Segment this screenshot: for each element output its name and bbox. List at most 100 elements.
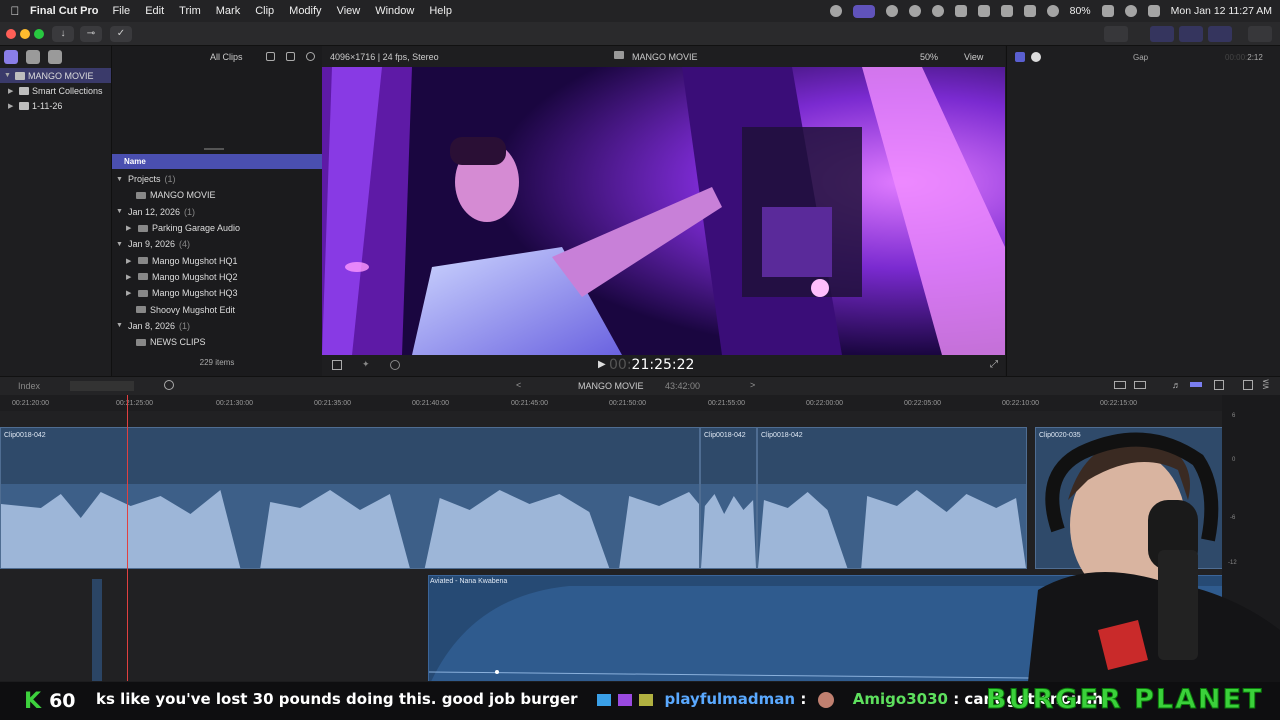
back-icon[interactable]: < bbox=[516, 380, 521, 390]
inspector-tab-icon[interactable] bbox=[1015, 52, 1025, 62]
disclosure-closed-icon[interactable]: ▶ bbox=[126, 224, 134, 232]
close-window-button[interactable] bbox=[6, 29, 16, 39]
libraries-icon[interactable] bbox=[4, 50, 18, 64]
photos-audio-icon[interactable] bbox=[26, 50, 40, 64]
layout-inspector-button[interactable] bbox=[1208, 26, 1232, 42]
apple-icon[interactable]:  bbox=[0, 4, 30, 18]
clip-filter-dropdown[interactable]: All Clips bbox=[210, 52, 243, 62]
menu-view[interactable]: View bbox=[337, 5, 361, 17]
library-item-smart-collections[interactable]: ▶ Smart Collections bbox=[0, 83, 111, 98]
list-item[interactable]: ▶ Parking Garage Audio bbox=[112, 220, 322, 236]
zoom-dropdown[interactable]: 50% bbox=[920, 52, 938, 62]
disclosure-closed-icon[interactable]: ▶ bbox=[8, 102, 16, 110]
headphones-icon[interactable]: ♬ bbox=[1172, 380, 1181, 390]
speed-icon[interactable] bbox=[390, 360, 400, 370]
disclosure-open-icon[interactable]: ▼ bbox=[4, 72, 12, 79]
volume-icon[interactable] bbox=[954, 5, 967, 17]
list-view-icon[interactable] bbox=[266, 52, 275, 61]
globe-icon[interactable] bbox=[908, 5, 921, 17]
name-column-header[interactable]: Name bbox=[112, 154, 322, 169]
menu-mark[interactable]: Mark bbox=[216, 5, 240, 17]
menu-window[interactable]: Window bbox=[375, 5, 414, 17]
background-tasks-button[interactable]: ✓ bbox=[110, 26, 132, 42]
view-dropdown[interactable]: View bbox=[964, 52, 983, 62]
video-viewer[interactable] bbox=[322, 67, 1005, 355]
edit-buttons[interactable] bbox=[70, 381, 134, 391]
list-item[interactable]: ▶ Mango Mugshot HQ1 bbox=[112, 252, 322, 268]
list-item[interactable]: ▼ Jan 9, 2026 (4) bbox=[112, 236, 322, 252]
clock[interactable]: Mon Jan 12 11:27 AM bbox=[1171, 5, 1272, 17]
menu-clip[interactable]: Clip bbox=[255, 5, 274, 17]
list-item[interactable]: ▶ Mango Mugshot HQ3 bbox=[112, 285, 322, 301]
disclosure-closed-icon[interactable]: ▶ bbox=[126, 289, 134, 297]
disclosure-open-icon[interactable]: ▼ bbox=[116, 241, 124, 248]
wifi-icon[interactable] bbox=[1046, 5, 1059, 17]
disclosure-open-icon[interactable]: ▼ bbox=[116, 322, 124, 329]
timeline-clip[interactable]: Clip0018-042 bbox=[0, 427, 700, 569]
filmstrip-view-icon[interactable] bbox=[286, 52, 295, 61]
menu-file[interactable]: File bbox=[112, 5, 130, 17]
layout-browser-button[interactable] bbox=[1150, 26, 1174, 42]
search-icon[interactable] bbox=[306, 52, 315, 61]
list-item[interactable]: Shoovy Mugshot Edit bbox=[112, 301, 322, 317]
titles-generators-icon[interactable] bbox=[48, 50, 62, 64]
timeline-clip[interactable]: Clip0018-042 bbox=[700, 427, 757, 569]
sync-icon[interactable] bbox=[829, 5, 842, 17]
timeline-clip[interactable]: Clip0018-042 bbox=[757, 427, 1027, 569]
list-item[interactable]: NEWS CLIPS bbox=[112, 334, 322, 350]
menu-trim[interactable]: Trim bbox=[179, 5, 201, 17]
window-icon[interactable] bbox=[1243, 380, 1253, 390]
menu-help[interactable]: Help bbox=[429, 5, 452, 17]
layout-timeline-button[interactable] bbox=[1179, 26, 1203, 42]
list-item[interactable]: MANGO MOVIE bbox=[112, 187, 322, 203]
disclosure-closed-icon[interactable]: ▶ bbox=[126, 257, 134, 265]
info-icon[interactable] bbox=[1031, 52, 1041, 62]
play-icon[interactable]: ▶ bbox=[598, 359, 606, 370]
share-sidebar-button[interactable] bbox=[1104, 26, 1128, 42]
connected-clip[interactable] bbox=[92, 579, 102, 681]
user-icon[interactable] bbox=[885, 5, 898, 17]
control-center-icon[interactable] bbox=[1147, 5, 1160, 17]
enhance-icon[interactable]: ✦ bbox=[362, 359, 370, 370]
battery-icon[interactable] bbox=[1101, 5, 1114, 17]
screen-record-icon[interactable] bbox=[852, 4, 875, 18]
transform-icon[interactable] bbox=[332, 360, 342, 370]
timecode-display[interactable]: 00:21:25:22 bbox=[609, 357, 694, 373]
zoom-window-button[interactable] bbox=[34, 29, 44, 39]
list-item[interactable]: ▼ Jan 8, 2026 (1) bbox=[112, 318, 322, 334]
index-button[interactable]: Index bbox=[18, 381, 40, 391]
divider-handle[interactable] bbox=[204, 148, 224, 150]
play-icon[interactable] bbox=[931, 5, 944, 17]
forward-icon[interactable]: > bbox=[750, 380, 755, 390]
collapse-icon[interactable]: ⋚ bbox=[1262, 379, 1270, 390]
library-item-event[interactable]: ▶ 1-11-26 bbox=[0, 98, 111, 113]
list-item[interactable]: ▼ Projects (1) bbox=[112, 171, 322, 187]
timeline-ruler[interactable]: 00:21:20:00 00:21:25:00 00:21:30:00 00:2… bbox=[0, 395, 1222, 411]
clip-appearance-icon[interactable] bbox=[1114, 381, 1126, 389]
disclosure-closed-icon[interactable]: ▶ bbox=[126, 273, 134, 281]
snapping-icon[interactable] bbox=[1190, 382, 1202, 387]
list-item[interactable]: ▼ Jan 12, 2026 (1) bbox=[112, 204, 322, 220]
index-icon[interactable] bbox=[1214, 380, 1224, 390]
project-name[interactable]: MANGO MOVIE bbox=[578, 381, 644, 391]
menu-modify[interactable]: Modify bbox=[289, 5, 321, 17]
tool-select-icon[interactable] bbox=[164, 380, 174, 390]
list-item[interactable]: ▶ Mango Mugshot HQ2 bbox=[112, 269, 322, 285]
app-menu[interactable]: Final Cut Pro bbox=[30, 5, 98, 17]
keyword-button[interactable]: ⊸ bbox=[80, 26, 102, 42]
disclosure-closed-icon[interactable]: ▶ bbox=[8, 87, 16, 95]
library-item-mango-movie[interactable]: ▼ MANGO MOVIE bbox=[0, 68, 111, 83]
menu-edit[interactable]: Edit bbox=[145, 5, 164, 17]
minimize-window-button[interactable] bbox=[20, 29, 30, 39]
zoom-icon[interactable] bbox=[1134, 381, 1146, 389]
playhead[interactable] bbox=[127, 395, 128, 681]
fullscreen-icon[interactable]: ⤢ bbox=[990, 359, 998, 370]
share-button[interactable] bbox=[1248, 26, 1272, 42]
bluetooth-icon[interactable] bbox=[1023, 5, 1036, 17]
disclosure-open-icon[interactable]: ▼ bbox=[116, 176, 124, 183]
disclosure-open-icon[interactable]: ▼ bbox=[116, 208, 124, 215]
keyboard-icon[interactable] bbox=[1000, 5, 1013, 17]
display-icon[interactable] bbox=[977, 5, 990, 17]
import-button[interactable]: ↓ bbox=[52, 26, 74, 42]
search-icon[interactable] bbox=[1124, 5, 1137, 17]
